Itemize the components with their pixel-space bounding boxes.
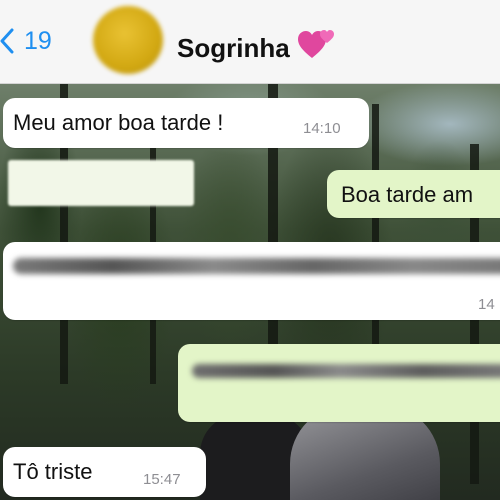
message-text: Meu amor boa tarde ! xyxy=(13,110,224,135)
chevron-left-icon xyxy=(0,28,14,54)
blurred-message-content xyxy=(192,364,500,378)
avatar[interactable] xyxy=(93,6,163,74)
contact-info[interactable]: Sogrinha xyxy=(177,28,336,67)
message-text: Boa tarde am xyxy=(341,182,474,207)
back-button[interactable]: 19 xyxy=(0,26,52,56)
unread-count: 19 xyxy=(24,27,52,55)
incoming-message[interactable]: 14 xyxy=(3,242,500,320)
message-time: 14 xyxy=(478,296,495,313)
incoming-message[interactable]: Meu amor boa tarde ! 14:10 xyxy=(3,98,369,148)
contact-name: Sogrinha xyxy=(177,32,290,63)
censored-area xyxy=(8,160,194,206)
message-text: Tô triste xyxy=(13,459,93,484)
outgoing-message[interactable]: Boa tarde am xyxy=(327,170,500,218)
message-time: 14:10 xyxy=(303,120,341,137)
incoming-message[interactable]: Tô triste 15:47 xyxy=(3,447,206,497)
outgoing-message[interactable] xyxy=(178,344,500,422)
chat-header: 19 Sogrinha xyxy=(0,0,500,84)
message-time: 15:47 xyxy=(143,471,181,488)
blurred-message-content xyxy=(13,258,500,274)
two-hearts-icon xyxy=(297,28,336,67)
